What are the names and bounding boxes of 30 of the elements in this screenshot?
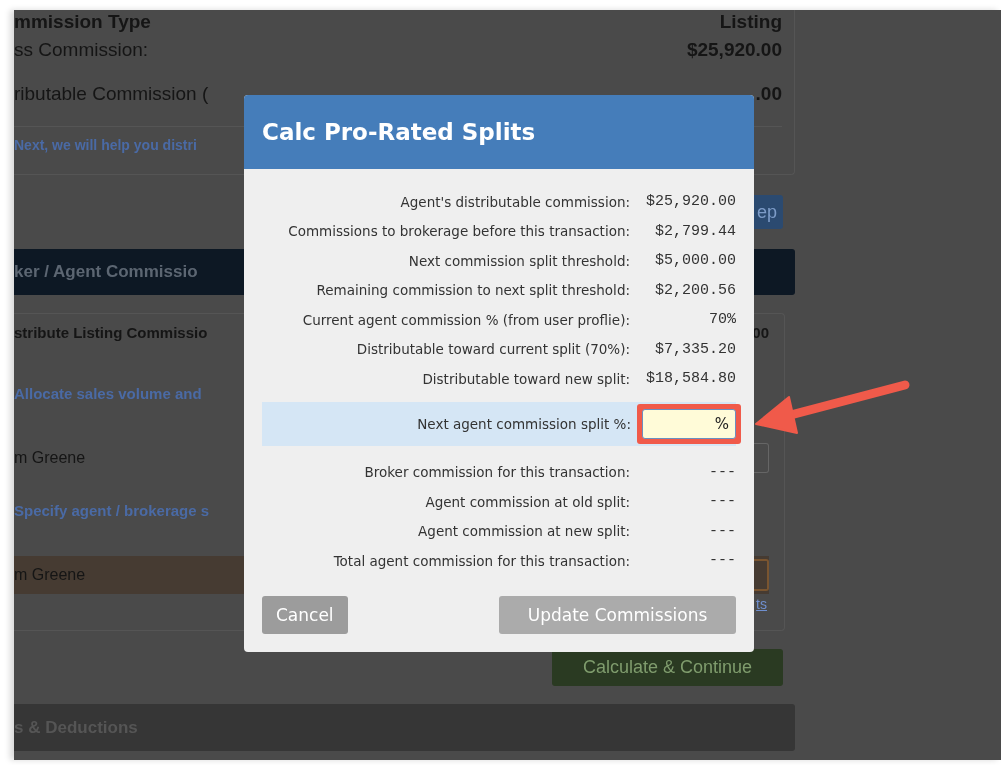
stat-label: Agent's distributable commission: <box>400 193 630 210</box>
link[interactable]: ts <box>756 596 767 612</box>
result-label: Agent commission at old split: <box>425 493 630 510</box>
result-label: Agent commission at new split: <box>418 523 630 540</box>
step-heading: Allocate sales volume and <box>14 385 202 402</box>
input-label: Next agent commission split %: <box>417 415 631 432</box>
stat-label: Next commission split threshold: <box>408 252 630 269</box>
result-value: --- <box>708 552 736 570</box>
stat-value: 70% <box>708 311 736 329</box>
split-input[interactable]: % <box>642 408 736 439</box>
stat-value: $5,000.00 <box>654 252 736 270</box>
result-value: --- <box>708 463 736 481</box>
stat-label: Distributable toward current split (70%): <box>356 341 630 358</box>
dialog-title: Calc Pro-Rated Splits <box>262 119 536 145</box>
instruction-text: Next, we will help you distri <box>14 137 197 153</box>
stat-label: Commissions to brokerage before this transaction: <box>288 223 630 240</box>
result-label: Total agent commission for this transaction: <box>333 552 630 569</box>
result-value: --- <box>708 493 736 511</box>
stat-label: Remaining commission to next split threshold: <box>316 282 630 299</box>
stat-value: $2,200.56 <box>654 281 736 299</box>
stat-value: $7,335.20 <box>654 340 736 358</box>
result-value: --- <box>708 522 736 540</box>
cancel-button[interactable]: Cancel <box>262 595 348 634</box>
section-title: ker / Agent Commissio <box>14 262 198 282</box>
step-heading: Specify agent / brokerage s <box>14 502 210 519</box>
stat-label: Current agent commission % (from user proflie): <box>302 311 630 328</box>
stat-label: Distributable toward new split: <box>422 370 630 387</box>
stat-value: $18,584.80 <box>645 370 736 388</box>
calculate-continue-button[interactable]: Calculate & Continue <box>552 649 783 686</box>
result-label: Broker commission for this transaction: <box>364 464 630 481</box>
